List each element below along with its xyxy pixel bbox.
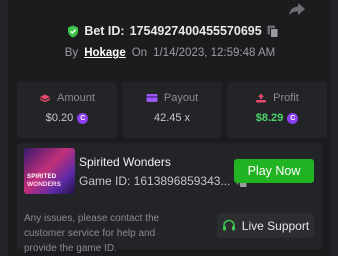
stat-payout-value: 42.45 x xyxy=(153,112,191,124)
stat-profit-title: Profit xyxy=(227,92,327,104)
stat-profit-value-row: $8.29 C xyxy=(227,112,327,124)
coin-icon: C xyxy=(77,112,89,124)
username-link[interactable]: Hokage xyxy=(84,47,126,59)
copy-icon[interactable] xyxy=(267,25,279,38)
coin-icon: C xyxy=(287,112,299,124)
play-now-button[interactable]: Play Now xyxy=(234,159,314,183)
bet-header: Bet ID: 1754927400455570695 By Hokage On… xyxy=(0,22,338,61)
bet-id-line: Bet ID: 1754927400455570695 xyxy=(8,22,338,40)
stat-payout-title: Payout xyxy=(122,92,222,104)
bet-stats: Amount $0.20 C Payout 42.45 x Profit $8.… xyxy=(17,82,327,138)
live-support-label: Live Support xyxy=(241,218,310,233)
stat-profit-value: $8.29 xyxy=(255,112,284,124)
bet-id-value: 1754927400455570695 xyxy=(129,24,262,38)
stat-amount-title: Amount xyxy=(17,92,117,104)
wallet-icon xyxy=(146,94,158,102)
headset-icon xyxy=(222,219,235,231)
profit-icon xyxy=(256,93,267,103)
verified-shield-icon xyxy=(68,25,79,37)
thumbnail-title-line1: SPIRITED xyxy=(27,174,57,180)
thumbnail-title-line2: WONDERS xyxy=(27,181,61,188)
share-icon[interactable] xyxy=(288,2,306,16)
stat-profit: Profit $8.29 C xyxy=(227,82,327,138)
by-label: By xyxy=(64,47,79,59)
game-id-text: Game ID: 1613896859343... xyxy=(79,174,231,188)
coins-icon xyxy=(39,94,51,103)
stat-profit-label: Profit xyxy=(273,92,299,104)
stat-payout: Payout 42.45 x xyxy=(122,82,222,138)
on-label: On xyxy=(131,47,148,59)
game-card: SPIRITED WONDERS Spirited Wonders Game I… xyxy=(17,143,322,254)
stat-amount-label: Amount xyxy=(57,92,95,104)
bet-datetime: 1/14/2023, 12:59:48 AM xyxy=(153,47,276,59)
stat-amount-value-row: $0.20 C xyxy=(17,112,117,124)
stat-payout-label: Payout xyxy=(163,92,199,104)
game-id-row: Game ID: 1613896859343... xyxy=(79,174,248,188)
bet-id-label: Bet ID: xyxy=(84,24,125,38)
bet-author-line: By Hokage On 1/14/2023, 12:59:48 AM xyxy=(2,45,338,61)
stat-payout-value-row: 42.45 x xyxy=(122,112,222,124)
game-name: Spirited Wonders xyxy=(79,155,171,169)
stat-amount: Amount $0.20 C xyxy=(17,82,117,138)
stat-amount-value: $0.20 xyxy=(45,112,74,124)
game-thumbnail[interactable]: SPIRITED WONDERS xyxy=(24,148,75,194)
live-support-button[interactable]: Live Support xyxy=(217,213,314,238)
support-help-text: Any issues, please contact the customer … xyxy=(24,213,160,254)
